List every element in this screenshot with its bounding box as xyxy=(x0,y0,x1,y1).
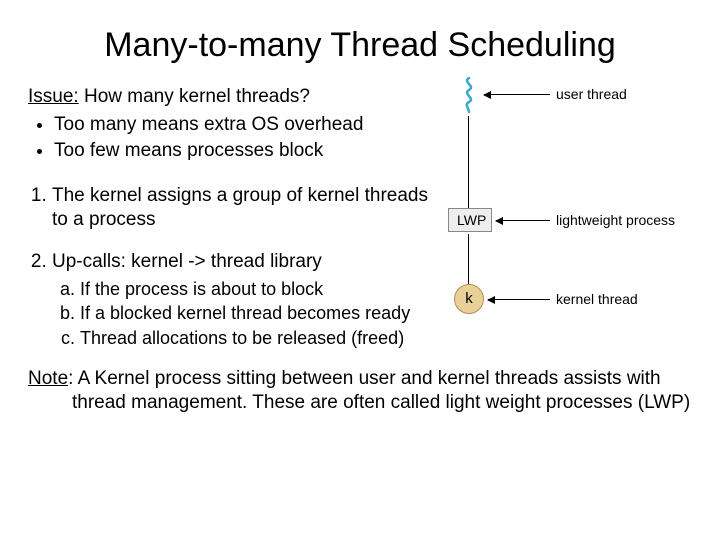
thread-diagram: user thread LWP lightweight process k ke… xyxy=(438,82,698,342)
numbered-item-text: Up-calls: kernel -> thread library xyxy=(52,251,322,272)
issue-bullets: Too many means extra OS overhead Too few… xyxy=(28,113,428,163)
sub-item: If the process is about to block xyxy=(80,278,428,301)
user-thread-label: user thread xyxy=(556,86,627,102)
slide-title: Many-to-many Thread Scheduling xyxy=(28,26,692,65)
bullet-item: Too many means extra OS overhead xyxy=(54,113,428,137)
numbered-list: The kernel assigns a group of kernel thr… xyxy=(28,184,428,349)
issue-label: Issue: xyxy=(28,86,79,107)
note-paragraph: Note: A Kernel process sitting between u… xyxy=(28,367,692,415)
issue-line: Issue: How many kernel threads? xyxy=(28,85,428,109)
arrow-line xyxy=(484,94,550,95)
numbered-item: Up-calls: kernel -> thread library If th… xyxy=(52,250,428,349)
user-thread-icon xyxy=(454,76,484,114)
connector-line xyxy=(468,234,469,284)
issue-text: How many kernel threads? xyxy=(79,86,310,107)
numbered-item-text: The kernel assigns a group of kernel thr… xyxy=(52,185,428,230)
sub-item: If a blocked kernel thread becomes ready xyxy=(80,302,428,325)
bullet-item: Too few means processes block xyxy=(54,139,428,163)
note-label: Note xyxy=(28,368,68,389)
lwp-box: LWP xyxy=(448,208,492,232)
kernel-thread-label: kernel thread xyxy=(556,291,638,307)
kernel-thread-circle: k xyxy=(454,284,484,314)
note-text: : A Kernel process sitting between user … xyxy=(68,368,690,413)
arrow-line xyxy=(488,299,550,300)
lwp-label: lightweight process xyxy=(556,212,675,228)
sub-item: Thread allocations to be released (freed… xyxy=(80,327,428,350)
numbered-item: The kernel assigns a group of kernel thr… xyxy=(52,184,428,232)
arrow-line xyxy=(496,220,550,221)
connector-line xyxy=(468,116,469,208)
sub-list: If the process is about to block If a bl… xyxy=(52,278,428,350)
